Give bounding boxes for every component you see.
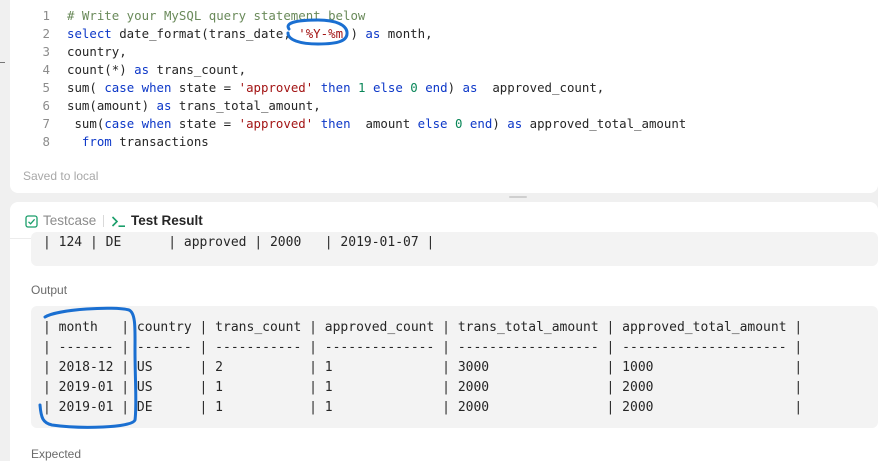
checkbox-icon — [25, 215, 38, 228]
panel-splitter-handle[interactable] — [509, 196, 527, 198]
code-token: then — [320, 116, 351, 131]
code-token: else — [417, 116, 448, 131]
code-token: as — [507, 116, 523, 131]
code-line[interactable]: 4 count(*) as trans_count, — [10, 61, 868, 79]
code-line[interactable]: 7 sum(case when state = 'approved' then … — [10, 115, 868, 133]
code-line[interactable]: 6 sum(amount) as trans_total_amount, — [10, 97, 868, 115]
code-token: transactions — [111, 134, 209, 149]
code-token: case — [104, 80, 135, 95]
code-token: 0 — [410, 80, 418, 95]
line-code: sum(case when state = 'approved' then am… — [67, 115, 686, 133]
code-token: ) — [350, 26, 366, 41]
line-code: select date_format(trans_date, '%Y-%m') … — [67, 25, 433, 43]
code-token: approved_total_amount — [522, 116, 687, 131]
tab-testcase[interactable]: Testcase — [25, 212, 96, 230]
tab-divider — [103, 215, 104, 227]
code-token: month, — [380, 26, 433, 41]
output-label: Output — [31, 283, 68, 297]
line-number: 8 — [42, 134, 50, 149]
code-editor[interactable]: 1 # Write your MySQL query statement belo… — [10, 0, 878, 193]
line-code: country, — [67, 43, 127, 61]
line-number: 1 — [42, 8, 50, 23]
code-token: select — [67, 26, 112, 41]
code-token: case — [104, 116, 135, 131]
terminal-prompt-icon — [111, 216, 125, 227]
output-data-row: | 2019-01 | DE | 1 | 1 | 2000 | 2000 | — [43, 400, 803, 415]
code-token: date_format(trans_date, — [111, 26, 299, 41]
code-token: 'approved' — [238, 80, 314, 95]
code-token: as — [134, 62, 150, 77]
code-token: then — [320, 80, 351, 95]
code-token: else — [372, 80, 403, 95]
code-token: ) — [447, 80, 463, 95]
expected-label: Expected — [31, 447, 82, 461]
code-token: sum(amount) — [67, 98, 157, 113]
line-code: count(*) as trans_count, — [67, 61, 246, 79]
code-token: ) — [492, 116, 508, 131]
tab-test-result-label: Test Result — [131, 213, 203, 228]
code-token: end — [425, 80, 448, 95]
code-token: state = — [171, 116, 239, 131]
line-number: 6 — [42, 98, 50, 113]
code-token: 'approved' — [238, 116, 314, 131]
code-token: when — [141, 116, 172, 131]
code-token: sum( — [67, 116, 105, 131]
code-token: as — [156, 98, 172, 113]
code-line[interactable]: 8 from transactions — [10, 133, 868, 151]
output-table-box: | month | country | trans_count | approv… — [31, 306, 878, 428]
output-data-row: | 2018-12 | US | 2 | 1 | 3000 | 1000 | — [43, 360, 803, 375]
code-token: from — [81, 134, 112, 149]
code-line[interactable]: 1 # Write your MySQL query statement belo… — [10, 7, 868, 25]
code-token: # Write your MySQL query statement below — [67, 8, 366, 23]
saved-status: Saved to local — [23, 169, 99, 183]
code-token: sum( — [67, 80, 105, 95]
code-token: end — [469, 116, 493, 131]
line-code: sum( case when state = 'approved' then 1… — [67, 79, 604, 97]
line-number: 2 — [42, 26, 50, 41]
code-token: when — [141, 80, 172, 95]
code-line[interactable]: 3 country, — [10, 43, 868, 61]
line-code: sum(amount) as trans_total_amount, — [67, 97, 321, 115]
code-token: count(*) — [67, 62, 135, 77]
tab-testcase-label: Testcase — [43, 213, 97, 228]
gutter-marker: ⎯ — [0, 57, 5, 68]
code-token: as — [462, 80, 478, 95]
line-code: from transactions — [67, 133, 209, 151]
tab-test-result[interactable]: Test Result — [111, 212, 203, 230]
code-token: country, — [67, 44, 127, 59]
code-token: approved_count, — [477, 80, 605, 95]
input-data-box: | 124 | DE | approved | 2000 | 2019-01-0… — [31, 232, 878, 266]
line-number: 5 — [42, 80, 50, 95]
code-token: trans_total_amount, — [171, 98, 321, 113]
line-code: # Write your MySQL query statement below — [67, 7, 365, 25]
line-number: 3 — [42, 44, 50, 59]
code-token: state = — [171, 80, 239, 95]
code-token: amount — [350, 116, 418, 131]
code-line[interactable]: 5 sum( case when state = 'approved' then … — [10, 79, 868, 97]
line-number: 7 — [42, 116, 50, 131]
output-data-row: | 2019-01 | US | 1 | 1 | 2000 | 2000 | — [43, 380, 803, 395]
line-number: 4 — [42, 62, 50, 77]
code-token: as — [365, 26, 381, 41]
code-token: trans_count, — [149, 62, 247, 77]
code-line[interactable]: 2 select date_format(trans_date, '%Y-%m')… — [10, 25, 868, 43]
output-header-row: | ------- | ------- | ----------- | ----… — [43, 340, 803, 355]
code-token: '%Y-%m' — [298, 26, 351, 41]
input-data-line: | 124 | DE | approved | 2000 | 2019-01-0… — [43, 235, 435, 250]
output-header-row: | month | country | trans_count | approv… — [43, 320, 803, 335]
result-panel: Testcase Test Result | 124 | DE | approv… — [10, 202, 878, 461]
